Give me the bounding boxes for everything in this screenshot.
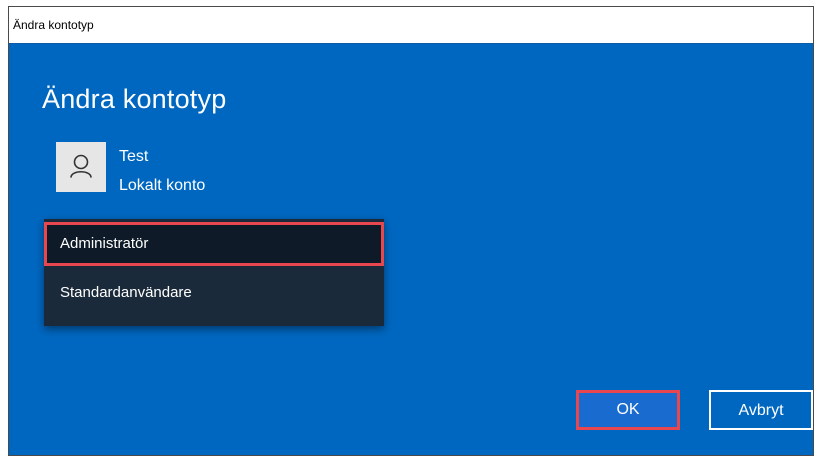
dialog-heading: Ändra kontotyp xyxy=(42,84,227,114)
avatar xyxy=(56,142,106,192)
screen: Ändra kontotyp Ändra kontotyp Test Lokal… xyxy=(0,0,820,462)
ok-button[interactable]: OK xyxy=(576,390,680,430)
dialog-body: Ändra kontotyp Test Lokalt konto Adminis… xyxy=(9,44,813,455)
option-standard-user[interactable]: Standardanvändare xyxy=(44,271,384,315)
account-kind: Lokalt konto xyxy=(119,177,206,194)
person-icon xyxy=(70,154,92,178)
change-account-type-dialog: Ändra kontotyp Ändra kontotyp Test Lokal… xyxy=(8,6,814,456)
account-type-dropdown[interactable]: Administratör Standardanvändare xyxy=(44,219,384,326)
window-title: Ändra kontotyp xyxy=(13,18,94,32)
option-administrator[interactable]: Administratör xyxy=(44,222,384,266)
title-bar: Ändra kontotyp xyxy=(9,7,813,44)
cancel-button[interactable]: Avbryt xyxy=(709,390,813,430)
account-name: Test xyxy=(119,148,149,165)
